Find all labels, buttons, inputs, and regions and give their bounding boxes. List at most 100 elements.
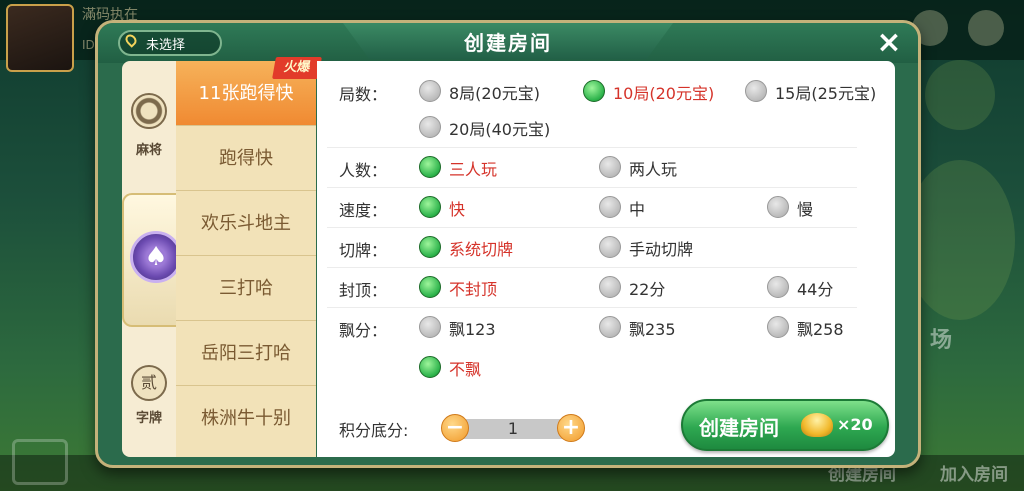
players-option-three[interactable]: 三人玩	[419, 155, 519, 179]
radio-on-icon	[419, 236, 441, 258]
location-selector[interactable]: 未选择	[118, 30, 222, 56]
radio-off-icon	[419, 116, 441, 138]
score-base-label: 积分底分:	[339, 421, 409, 440]
option-row-float: 飘分： 飘123 飘235 飘258 不飘	[327, 307, 857, 389]
option-label: 快	[449, 200, 466, 219]
speed-option-slow[interactable]: 慢	[767, 195, 837, 219]
score-base-stepper: 1 − +	[441, 411, 585, 445]
option-label: 8局(20元宝)	[449, 84, 541, 103]
float-option-258[interactable]: 飘258	[767, 315, 867, 339]
radio-off-icon	[599, 236, 621, 258]
radio-off-icon	[419, 316, 441, 338]
game-item-yueyang-sandaha[interactable]: 岳阳三打哈	[176, 321, 316, 386]
float-option-235[interactable]: 飘235	[599, 315, 699, 339]
category-zipai[interactable]: 贰 字牌	[122, 333, 176, 463]
rounds-label: 局数：	[339, 85, 388, 104]
game-list: 11张跑得快 火爆 跑得快 欢乐斗地主 三打哈 岳阳三打哈 株洲牛十别	[176, 57, 322, 457]
cap-option-22[interactable]: 22分	[599, 275, 689, 299]
float-label: 飘分：	[339, 321, 388, 340]
option-label: 10局(20元宝)	[613, 84, 715, 103]
hot-badge: 火爆	[272, 57, 322, 79]
category-mahjong[interactable]: 麻将	[122, 63, 176, 193]
background-decoration	[925, 60, 995, 130]
radio-off-icon	[599, 276, 621, 298]
radio-on-icon	[419, 356, 441, 378]
radio-off-icon	[767, 316, 789, 338]
radio-on-icon	[419, 196, 441, 218]
cap-option-none[interactable]: 不封顶	[419, 275, 519, 299]
rounds-option-8[interactable]: 8局(20元宝)	[419, 79, 559, 103]
game-item-paodekuai[interactable]: 跑得快	[176, 126, 316, 191]
mahjong-icon	[131, 93, 167, 129]
location-pin-icon	[123, 32, 139, 48]
option-row-players: 人数： 三人玩 两人玩	[327, 147, 857, 188]
cut-label: 切牌：	[339, 241, 388, 260]
option-label: 三人玩	[449, 160, 498, 179]
option-label: 中	[629, 200, 646, 219]
option-label: 手动切牌	[629, 240, 694, 259]
create-room-cost: ×20	[837, 415, 873, 434]
game-item-label: 跑得快	[219, 148, 273, 169]
radio-off-icon	[599, 316, 621, 338]
option-label: 20局(40元宝)	[449, 120, 551, 139]
radio-on-icon	[419, 276, 441, 298]
cap-option-44[interactable]: 44分	[767, 275, 857, 299]
shop-cart-icon	[12, 439, 68, 485]
radio-off-icon	[767, 196, 789, 218]
close-button[interactable]: ×	[874, 28, 904, 59]
players-label: 人数：	[339, 161, 388, 180]
speed-option-fast[interactable]: 快	[419, 195, 489, 219]
radio-on-icon	[583, 80, 605, 102]
float-option-123[interactable]: 飘123	[419, 315, 519, 339]
radio-off-icon	[599, 156, 621, 178]
rounds-option-10[interactable]: 10局(20元宝)	[583, 79, 733, 103]
game-item-label: 三打哈	[219, 278, 273, 299]
option-label: 不封顶	[449, 280, 498, 299]
create-room-button[interactable]: 创建房间 ×20	[681, 399, 889, 451]
game-item-doudizhu[interactable]: 欢乐斗地主	[176, 191, 316, 256]
background-decoration	[905, 160, 1015, 320]
game-item-sandaha[interactable]: 三打哈	[176, 256, 316, 321]
option-label: 不飘	[449, 360, 482, 379]
decrement-button[interactable]: −	[441, 414, 469, 442]
game-item-11-paodekuai[interactable]: 11张跑得快 火爆	[176, 57, 322, 126]
options-panel: 局数： 8局(20元宝) 10局(20元宝) 15局(25元宝) 20局(40元…	[317, 61, 895, 457]
settings-gear-icon	[968, 10, 1004, 46]
speed-label: 速度：	[339, 201, 388, 220]
speed-option-medium[interactable]: 中	[599, 195, 669, 219]
float-option-none[interactable]: 不飘	[419, 355, 519, 379]
radio-off-icon	[767, 276, 789, 298]
zipai-icon: 贰	[131, 365, 167, 401]
option-label: 22分	[629, 280, 666, 299]
create-room-dialog: 创建房间 未选择 × 麻将 ♠ 贰 字牌 11张跑得快 火爆 跑得快 欢乐斗地主…	[95, 20, 921, 468]
score-base-value: 1	[507, 419, 519, 438]
players-option-two[interactable]: 两人玩	[599, 155, 699, 179]
cap-label: 封顶：	[339, 281, 388, 300]
option-row-speed: 速度： 快 中 慢	[327, 187, 857, 228]
cut-option-manual[interactable]: 手动切牌	[599, 235, 719, 259]
option-label: 系统切牌	[449, 240, 514, 259]
option-label: 两人玩	[629, 160, 678, 179]
create-room-label: 创建房间	[699, 416, 779, 440]
game-item-zhuzhou-niushibie[interactable]: 株洲牛十别	[176, 386, 316, 451]
background-side-text: 场	[930, 328, 953, 353]
game-item-label: 欢乐斗地主	[201, 213, 291, 234]
option-label: 44分	[797, 280, 834, 299]
radio-off-icon	[745, 80, 767, 102]
option-row-cap: 封顶： 不封顶 22分 44分	[327, 267, 857, 308]
category-poker[interactable]: ♠	[122, 193, 184, 327]
option-row-cut: 切牌： 系统切牌 手动切牌	[327, 227, 857, 268]
radio-off-icon	[599, 196, 621, 218]
location-label: 未选择	[146, 38, 186, 53]
gold-ingot-icon	[801, 413, 833, 437]
rounds-option-20[interactable]: 20局(40元宝)	[419, 115, 569, 139]
rounds-option-15[interactable]: 15局(25元宝)	[745, 79, 895, 103]
option-label: 慢	[797, 200, 814, 219]
increment-button[interactable]: +	[557, 414, 585, 442]
category-mahjong-label: 麻将	[135, 143, 162, 158]
option-row-rounds: 局数： 8局(20元宝) 10局(20元宝) 15局(25元宝) 20局(40元…	[327, 61, 876, 148]
option-label: 飘235	[629, 320, 676, 339]
cut-option-system[interactable]: 系统切牌	[419, 235, 539, 259]
game-item-label: 11张跑得快	[198, 83, 294, 104]
radio-on-icon	[419, 156, 441, 178]
